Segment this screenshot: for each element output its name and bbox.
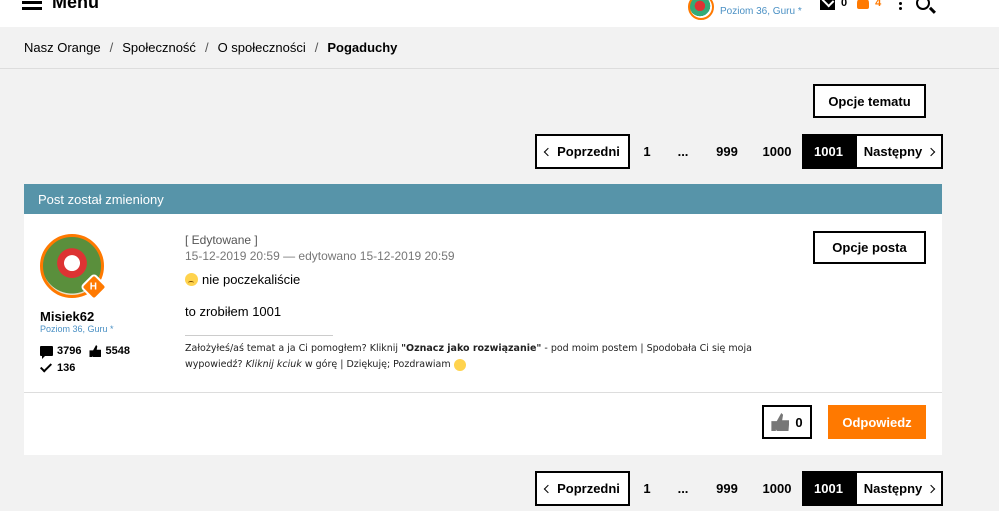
signature: Założyłeś/aś temat a ja Ci pomogłem? Kli… <box>185 341 795 373</box>
page-link[interactable]: 999 <box>702 471 752 506</box>
signature-text: w górę | Dziękuję; Pozdrawiam <box>301 359 454 370</box>
breadcrumb-link[interactable]: Nasz Orange <box>24 40 101 55</box>
user-rank: Poziom 36, Guru * <box>720 5 802 17</box>
bell-icon[interactable] <box>857 0 870 9</box>
breadcrumb-link[interactable]: Społeczność <box>122 40 196 55</box>
notifications-count: 4 <box>875 0 882 9</box>
avatar <box>688 0 714 20</box>
kudos-count: 0 <box>795 414 803 430</box>
page-ellipsis: ... <box>677 481 689 496</box>
post-text: to zrobiłem 1001 <box>185 304 282 319</box>
top-bar: Menu Poziom 36, Guru * 0 4 <box>0 0 999 27</box>
posts-stat: 3796 <box>40 345 82 359</box>
edited-label[interactable]: [ Edytowane ] <box>185 233 258 247</box>
messages-count: 0 <box>841 0 848 9</box>
post-body-line: nie poczekaliście <box>185 272 300 287</box>
thumbs-up-icon <box>771 413 790 431</box>
author-name[interactable]: Misiek62 <box>40 309 94 324</box>
smile-icon <box>453 358 466 371</box>
post-edited-banner: Post został zmieniony <box>24 184 942 214</box>
sad-face-icon <box>185 273 198 286</box>
kudos-received: 5548 <box>105 345 130 357</box>
chevron-right-icon <box>927 147 936 156</box>
comment-icon <box>40 346 53 359</box>
hamburger-icon <box>22 0 42 10</box>
page-link[interactable]: 1 <box>630 134 664 169</box>
pagination-top: Poprzedni 1 ... 999 1000 1001 Następny <box>535 134 943 169</box>
kudos-stat: 5548 <box>89 345 130 357</box>
signature-text: Założyłeś/aś temat a ja Ci pomogłem? Kli… <box>185 343 402 354</box>
next-page-button[interactable]: Następny <box>855 134 943 169</box>
more-options-icon[interactable] <box>899 0 903 10</box>
post-card: H Misiek62 Poziom 36, Guru * 3796 5548 1… <box>24 214 942 455</box>
reply-button[interactable]: Odpowiedz <box>828 405 926 439</box>
menu-label: Menu <box>52 0 99 12</box>
menu-button[interactable]: Menu <box>22 0 99 13</box>
signature-bold: "Oznacz jako rozwiązanie" <box>401 343 542 354</box>
header-actions: 0 4 <box>820 0 931 10</box>
post-options-button[interactable]: Opcje posta <box>813 231 926 264</box>
page-current[interactable]: 1001 <box>802 471 855 506</box>
author-rank: Poziom 36, Guru * <box>40 324 114 334</box>
page-link[interactable]: 1000 <box>752 471 802 506</box>
breadcrumb-separator: / <box>204 40 209 55</box>
page-link[interactable]: 999 <box>702 134 752 169</box>
user-menu[interactable]: Poziom 36, Guru * <box>688 0 802 20</box>
thumbs-up-icon <box>89 345 102 357</box>
envelope-icon[interactable] <box>820 0 835 10</box>
kudos-button[interactable]: 0 <box>762 405 812 439</box>
author-stats: 3796 5548 <box>40 345 130 359</box>
page-link[interactable]: 1 <box>630 471 664 506</box>
next-page-button[interactable]: Następny <box>855 471 943 506</box>
pagination-bottom: Poprzedni 1 ... 999 1000 1001 Następny <box>535 471 943 506</box>
signature-italic: Kliknij kciuk <box>245 359 302 370</box>
prev-page-button[interactable]: Poprzedni <box>535 134 630 169</box>
chevron-left-icon <box>543 484 553 493</box>
post-text: nie poczekaliście <box>202 272 301 287</box>
prev-label: Poprzedni <box>557 144 620 159</box>
divider <box>24 392 942 393</box>
prev-page-button[interactable]: Poprzedni <box>535 471 630 506</box>
search-icon[interactable] <box>916 0 931 10</box>
next-label: Następny <box>863 144 923 159</box>
breadcrumb: Nasz Orange / Społeczność / O społecznoś… <box>24 40 397 55</box>
breadcrumb-separator: / <box>314 40 319 55</box>
topic-options-button[interactable]: Opcje tematu <box>813 84 926 118</box>
chevron-right-icon <box>927 484 936 493</box>
page-ellipsis: ... <box>677 144 689 159</box>
page-current[interactable]: 1001 <box>802 134 855 169</box>
checkmark-icon <box>39 360 53 373</box>
breadcrumb-separator: / <box>109 40 114 55</box>
signature-divider <box>185 335 333 336</box>
page-link[interactable]: 1000 <box>752 134 802 169</box>
breadcrumb-link[interactable]: O społeczności <box>218 40 306 55</box>
next-label: Następny <box>863 481 923 496</box>
divider <box>0 68 999 69</box>
breadcrumb-current: Pogaduchy <box>327 40 398 55</box>
solutions-stat: 136 <box>39 360 76 374</box>
prev-label: Poprzedni <box>557 481 620 496</box>
posts-count: 3796 <box>57 345 82 357</box>
rank-badge-label: H <box>90 281 98 293</box>
chevron-left-icon <box>543 147 553 156</box>
post-timestamp: 15-12-2019 20:59 — edytowano 15-12-2019 … <box>185 249 455 263</box>
solutions-count: 136 <box>57 361 76 374</box>
